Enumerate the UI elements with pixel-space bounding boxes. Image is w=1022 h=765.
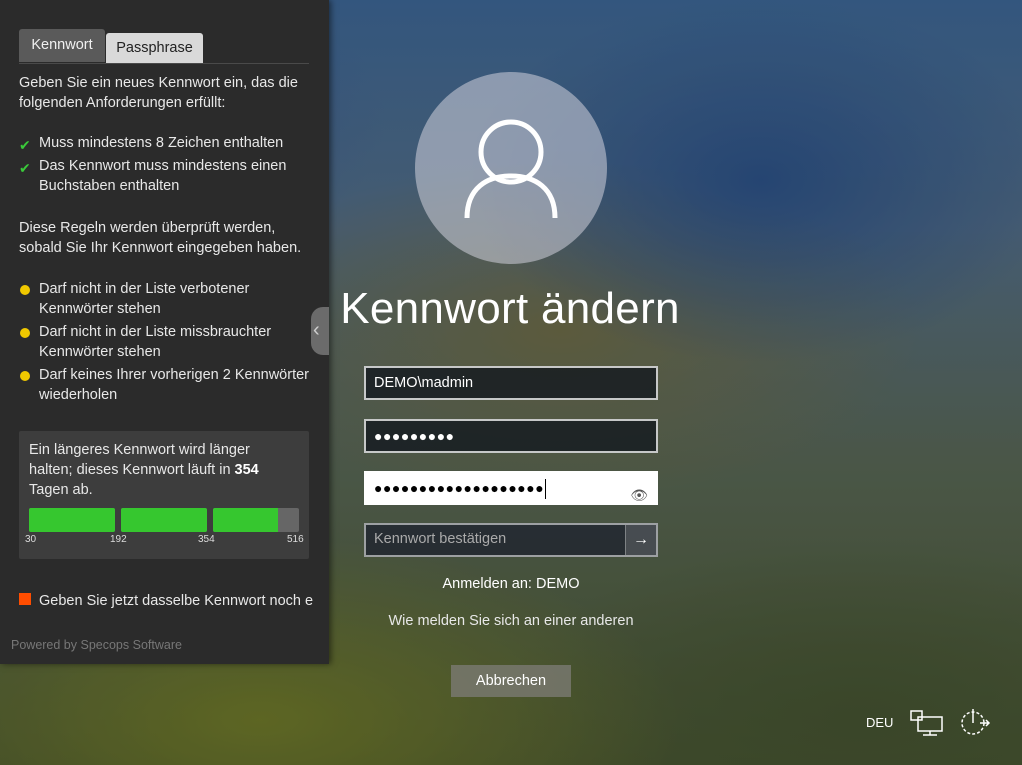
confirm-password-field[interactable]: Kennwort bestätigen →: [364, 523, 658, 557]
requirement-label: Das Kennwort muss mindestens einen Buchs…: [39, 158, 287, 194]
tab-kennwort[interactable]: Kennwort: [19, 29, 105, 62]
powered-by: Powered by Specops Software: [11, 638, 182, 652]
pending-rule-label: Darf keines Ihrer vorherigen 2 Kennwörte…: [39, 367, 309, 403]
policy-intro: Geben Sie ein neues Kennwort ein, das di…: [19, 75, 298, 111]
text-caret: [545, 479, 547, 500]
submit-arrow-button[interactable]: →: [625, 525, 656, 555]
expiry-days: 354: [234, 462, 259, 478]
strength-fill: [121, 508, 207, 532]
strength-segment: [213, 508, 299, 532]
expiry-text-main: Ein längeres Kennwort wird länger halten…: [29, 442, 250, 478]
new-password-mask: ●●●●●●●●●●●●●●●●●●●: [374, 480, 545, 496]
tick-label: 354: [198, 534, 215, 545]
old-password-mask: ●●●●●●●●●: [374, 428, 455, 444]
strength-segment: [29, 508, 115, 532]
checkmark-icon: ✔: [19, 137, 31, 153]
pending-rule-label: Darf nicht in der Liste missbrauchter Ke…: [39, 324, 272, 360]
strength-fill: [29, 508, 115, 532]
expiry-suffix: Tagen ab.: [29, 482, 93, 498]
confirm-placeholder: Kennwort bestätigen: [374, 531, 507, 547]
tick-label: 30: [25, 534, 37, 545]
pending-note: Diese Regeln werden überprüft werden, so…: [19, 220, 302, 256]
user-icon: [464, 119, 558, 219]
expiry-text: Ein längeres Kennwort wird länger halten…: [29, 440, 289, 500]
cancel-button[interactable]: Abbrechen: [451, 665, 571, 697]
policy-tabs: Kennwort Passphrase: [19, 29, 309, 64]
pending-rule-label: Darf nicht in der Liste verbotener Kennw…: [39, 281, 250, 317]
pending-dot-icon: [20, 371, 30, 381]
pending-dot-icon: [20, 328, 30, 338]
retype-label: Geben Sie jetzt dasselbe Kennwort noch e…: [39, 593, 313, 609]
pending-dot-icon: [20, 285, 30, 295]
strength-segment: [121, 508, 207, 532]
username-field[interactable]: DEMO\madmin: [364, 366, 658, 400]
network-icon[interactable]: [910, 709, 944, 742]
status-square-icon: [19, 593, 31, 605]
tick-label: 192: [110, 534, 127, 545]
signin-domain: Anmelden an: DEMO: [442, 576, 580, 592]
new-password-field[interactable]: ●●●●●●●●●●●●●●●●●●● 👁: [364, 471, 658, 505]
requirement-item: ✔ Das Kennwort muss mindestens einen Buc…: [19, 156, 313, 196]
retype-prompt: Geben Sie jetzt dasselbe Kennwort noch e…: [19, 591, 313, 611]
other-signin-link[interactable]: Wie melden Sie sich an einer anderen: [300, 612, 722, 627]
requirement-label: Muss mindestens 8 Zeichen enthalten: [39, 135, 284, 151]
language-indicator[interactable]: DEU: [866, 715, 893, 730]
tick-label: 516: [287, 534, 304, 545]
power-icon[interactable]: [958, 707, 992, 742]
eye-icon[interactable]: 👁: [630, 480, 648, 510]
old-password-field[interactable]: ●●●●●●●●●: [364, 419, 658, 453]
avatar: [415, 72, 607, 264]
strength-fill: [213, 508, 278, 532]
pending-rule-item: Darf keines Ihrer vorherigen 2 Kennwörte…: [19, 365, 313, 405]
pending-rule-item: Darf nicht in der Liste missbrauchter Ke…: [19, 322, 313, 362]
pending-rule-item: Darf nicht in der Liste verbotener Kennw…: [19, 279, 313, 319]
expiry-box: Ein längeres Kennwort wird länger halten…: [19, 431, 309, 559]
checkmark-icon: ✔: [19, 160, 31, 176]
requirement-item: ✔ Muss mindestens 8 Zeichen enthalten: [19, 133, 313, 153]
page-title: Kennwort ändern: [340, 284, 680, 333]
password-policy-panel: Kennwort Passphrase Geben Sie ein neues …: [0, 0, 329, 664]
tab-passphrase[interactable]: Passphrase: [106, 33, 203, 63]
